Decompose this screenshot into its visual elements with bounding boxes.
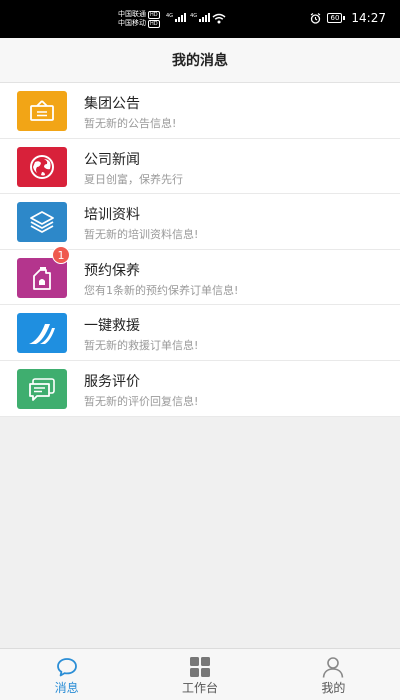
message-item-rescue[interactable]: 一键救援 暂无新的救援订单信息! [0,305,400,361]
message-subtitle: 夏日创富，保养先行 [84,172,183,186]
battery-icon: 60 [327,13,346,23]
message-title: 一键救援 [84,318,140,335]
message-subtitle: 暂无新的评价回复信息! [84,394,199,408]
signal-icon: 4G [190,13,211,22]
tab-label: 消息 [54,681,79,695]
chat-icon [56,658,77,677]
network-type-1: 4G [166,13,174,19]
grid-icon [189,657,210,677]
training-tile [17,202,67,243]
review-tile [17,368,67,409]
message-subtitle: 暂无新的公告信息! [84,117,177,130]
unread-badge: 1 [52,245,70,264]
message-title: 服务评价 [84,373,140,390]
message-title: 预约保养 [84,262,140,279]
announcement-tile [17,91,67,131]
tab-bar: 消息 工作台 我的 [0,648,400,700]
message-item-news[interactable]: 公司新闻 夏日创富，保养先行 [0,139,400,195]
message-item-announcement[interactable]: 集团公告 暂无新的公告信息! [0,83,400,139]
tab-messages[interactable]: 消息 [0,649,133,700]
message-subtitle: 暂无新的救援订单信息! [84,339,199,353]
page-title: 我的消息 [172,53,228,69]
oil-can-icon [33,266,51,290]
signal-indicators: 4G 4G [166,13,211,22]
message-item-training[interactable]: 培训资料 暂无新的培训资料信息! [0,194,400,250]
tab-mine[interactable]: 我的 [267,649,400,700]
globe-icon [30,154,54,179]
message-subtitle: 您有1条新的预约保养订单信息! [84,283,239,297]
battery-level: 60 [327,13,343,23]
tab-label: 我的 [321,681,346,695]
status-time: 14:27 [351,11,386,25]
signboard-icon [30,100,54,121]
layers-icon [30,211,54,234]
message-title: 培训资料 [84,207,140,224]
wifi-icon [212,13,226,24]
message-title: 公司新闻 [84,151,140,168]
tab-workbench[interactable]: 工作台 [133,649,266,700]
hd-badge-1: HD [148,10,160,19]
message-list: 集团公告 暂无新的公告信息! 公司新闻 夏日创富，保养先行 培训资料 暂无新的培… [0,83,400,417]
header: 我的消息 [0,38,400,83]
carrier-name-2: 中国移动 [118,19,146,27]
message-item-review[interactable]: 服务评价 暂无新的评价回复信息! [0,361,400,417]
network-type-2: 4G [190,13,198,19]
message-item-maintenance[interactable]: 1 预约保养 您有1条新的预约保养订单信息! [0,245,400,306]
alarm-icon [311,12,321,24]
road-icon [29,324,55,345]
signal-icon: 4G [166,13,187,22]
carrier-info: 中国联通 HD 中国移动 HD [118,10,160,28]
maintenance-tile [17,257,67,298]
message-title: 集团公告 [84,96,140,112]
user-icon [323,657,344,678]
rescue-tile [17,313,67,354]
message-subtitle: 暂无新的培训资料信息! [84,228,199,242]
tab-label: 工作台 [181,681,218,695]
hd-badge-2: HD [148,19,160,28]
status-bar: 中国联通 HD 中国移动 HD 4G 4G 60 14:27 [0,0,400,38]
news-tile [17,146,67,187]
comment-icon [29,378,55,401]
carrier-name-1: 中国联通 [118,10,146,18]
